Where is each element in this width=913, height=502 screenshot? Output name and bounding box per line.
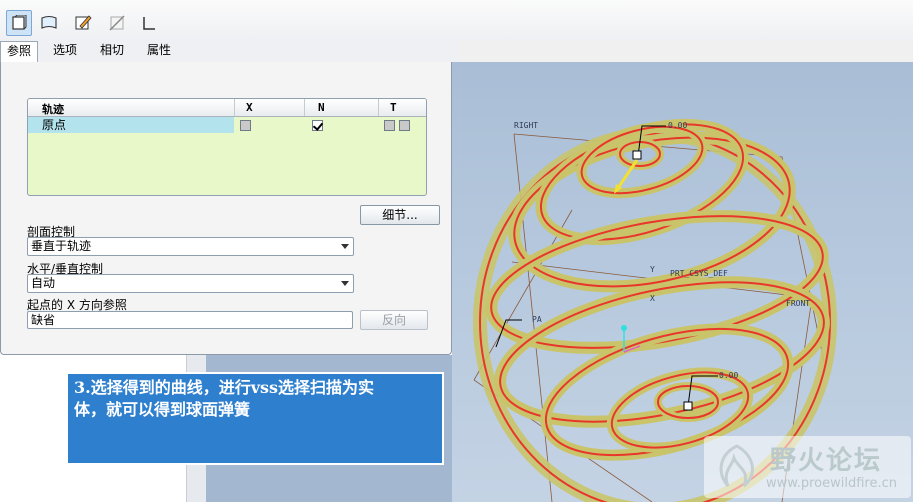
tutorial-caption: 3.选择得到的曲线，进行vss选择扫描为实 体，就可以得到球面弹簧: [66, 372, 444, 465]
tab-strip: 参照 选项 相切 属性: [0, 40, 460, 62]
t-checkbox[interactable]: [384, 120, 395, 131]
trajectory-name: 原点: [28, 117, 234, 133]
tab-options[interactable]: 选项: [47, 41, 83, 62]
chevron-down-icon: [341, 281, 349, 286]
dimension-bottom[interactable]: 0.00: [719, 371, 738, 380]
table-row[interactable]: 原点: [28, 117, 426, 133]
cut-icon[interactable]: [104, 10, 130, 36]
front-plane-label: FRONT: [786, 299, 810, 308]
forum-watermark: 野火论坛 www.proewildfire.cn: [704, 436, 911, 498]
thin-icon[interactable]: [136, 10, 162, 36]
col-x: X: [246, 101, 253, 114]
x-checkbox[interactable]: [240, 120, 251, 131]
hv-control-select[interactable]: 自动: [27, 274, 354, 293]
dimension-top[interactable]: 0.00: [668, 121, 687, 130]
caption-line-1: 3.选择得到的曲线，进行vss选择扫描为实: [74, 378, 375, 397]
solid-sweep-icon[interactable]: [6, 10, 32, 36]
section-control-value: 垂直于轨迹: [31, 239, 92, 253]
trajectory-table-header: 轨迹 X N T: [28, 99, 426, 117]
trajectory-table: 轨迹 X N T 原点: [27, 98, 427, 196]
chevron-down-icon: [341, 244, 349, 249]
flame-logo-icon: [719, 444, 754, 488]
col-t: T: [390, 101, 397, 114]
y-axis-label: Y: [650, 265, 655, 274]
references-panel: 轨迹 X N T 原点 细节... 剖面控制 垂直于轨迹 水平/垂直控制 自动 …: [0, 62, 452, 355]
csys-label: PRT_CSYS_DEF: [670, 269, 728, 278]
details-button[interactable]: 细节...: [360, 205, 440, 225]
pa-label: PA: [532, 315, 542, 324]
caption-line-2: 体，就可以得到球面弹簧: [74, 400, 251, 419]
tab-properties[interactable]: 属性: [141, 41, 177, 62]
col-trajectory: 轨迹: [42, 103, 64, 116]
col-n: N: [318, 101, 325, 114]
tab-tangency[interactable]: 相切: [94, 41, 130, 62]
flip-button[interactable]: 反向: [360, 310, 428, 330]
right-plane-label: RIGHT: [514, 121, 538, 130]
section-control-select[interactable]: 垂直于轨迹: [27, 237, 354, 256]
x-axis-label: X: [650, 294, 655, 303]
n-checkbox[interactable]: [312, 120, 323, 131]
dashboard-toolbar: [0, 0, 913, 40]
start-x-ref-field[interactable]: 缺省: [27, 311, 353, 329]
surface-sweep-icon[interactable]: [36, 10, 62, 36]
sketch-edit-icon[interactable]: [70, 10, 96, 36]
t-checkbox-2[interactable]: [399, 120, 410, 131]
watermark-title: 野火论坛: [770, 446, 883, 476]
tab-references[interactable]: 参照: [0, 41, 39, 62]
hv-control-value: 自动: [31, 276, 56, 290]
start-x-ref-value: 缺省: [31, 313, 56, 327]
watermark-url: www.proewildfire.cn: [766, 476, 897, 491]
